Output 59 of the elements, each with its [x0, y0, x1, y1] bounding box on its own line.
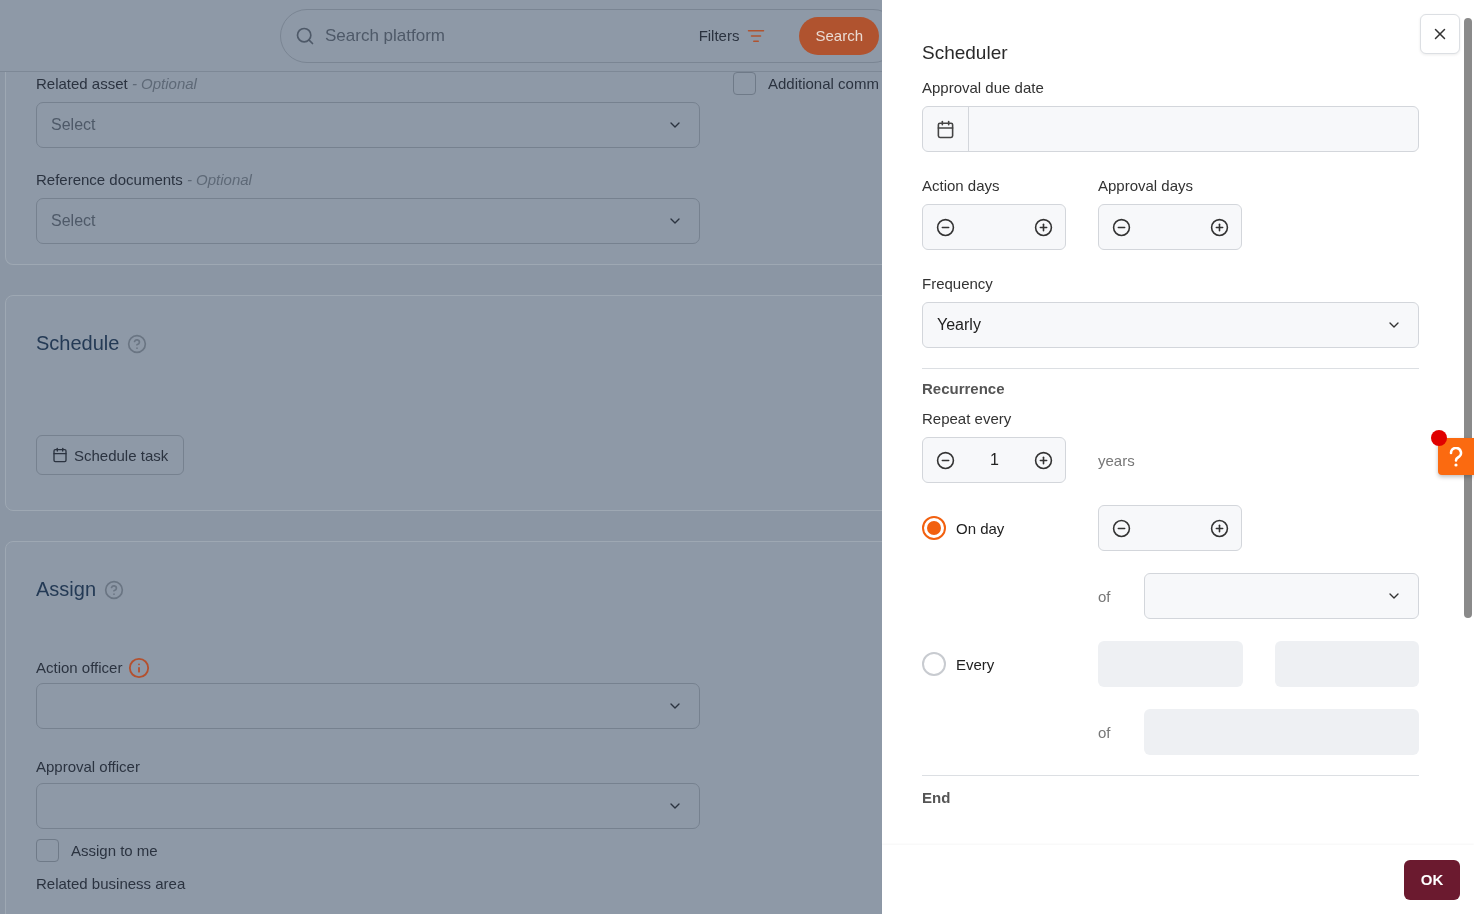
- stepper-value: 1: [990, 451, 999, 469]
- question-mark-icon: [1449, 446, 1463, 467]
- field-label: Approval due date: [922, 78, 1045, 98]
- radio-label: Every: [956, 655, 995, 673]
- select-field[interactable]: Select: [36, 198, 700, 244]
- minus-icon: [1112, 217, 1131, 237]
- select-placeholder: Select: [51, 212, 96, 230]
- search-button[interactable]: Search: [799, 16, 879, 55]
- number-stepper[interactable]: 1: [922, 437, 1066, 483]
- minus-icon: [936, 217, 955, 237]
- radio-button[interactable]: [922, 652, 946, 676]
- checkbox-label: Additional comm: [768, 73, 879, 94]
- close-button[interactable]: [1420, 14, 1460, 54]
- calendar-icon: [52, 447, 68, 463]
- plus-icon: [1034, 450, 1053, 470]
- checkbox-label: Assign to me: [71, 840, 158, 861]
- of-label: of: [1098, 587, 1112, 605]
- number-stepper[interactable]: [1098, 204, 1242, 250]
- radio-button[interactable]: [922, 516, 946, 540]
- frequency-select[interactable]: Yearly: [922, 302, 1419, 348]
- minus-icon: [1112, 518, 1131, 538]
- section-heading: End: [922, 788, 952, 808]
- checkbox[interactable]: [36, 839, 59, 862]
- field-label: Repeat every: [922, 409, 1013, 429]
- drawer-title: Scheduler: [922, 42, 1008, 64]
- field-label: Action officer: [36, 658, 123, 678]
- notification-dot: [1431, 430, 1447, 446]
- filters-link[interactable]: Filters: [698, 26, 766, 45]
- unit-label: years: [1098, 451, 1135, 469]
- number-stepper[interactable]: [1098, 505, 1242, 551]
- search-icon: [295, 25, 315, 46]
- field-label: Approval officer: [36, 757, 140, 777]
- radio-label: On day: [956, 519, 1005, 537]
- number-stepper[interactable]: [922, 204, 1066, 250]
- minus-icon: [936, 450, 955, 470]
- help-icon: [104, 579, 125, 600]
- select-placeholder: Select: [51, 116, 96, 134]
- select-field[interactable]: [36, 683, 700, 729]
- plus-icon: [1210, 217, 1229, 237]
- section-heading: Recurrence: [922, 379, 1006, 399]
- plus-icon: [1210, 518, 1229, 538]
- schedule-task-button[interactable]: Schedule task: [36, 435, 185, 475]
- date-field[interactable]: [922, 106, 1419, 152]
- select-field[interactable]: Select: [36, 102, 700, 148]
- plus-icon: [1034, 217, 1053, 237]
- field-label: Action days: [922, 176, 1001, 196]
- section-title: Schedule: [36, 332, 120, 355]
- ok-button[interactable]: OK: [1404, 859, 1460, 900]
- section-title: Assign: [36, 578, 97, 601]
- select-field[interactable]: [36, 783, 700, 829]
- calendar-icon: [936, 119, 955, 139]
- of-label: of: [1098, 723, 1112, 741]
- field-label: Related business area: [36, 876, 186, 892]
- field-label: Frequency: [922, 274, 994, 294]
- help-tab[interactable]: [1438, 438, 1474, 475]
- checkbox[interactable]: [733, 72, 756, 95]
- help-icon: [127, 333, 148, 354]
- search-placeholder: Search platform: [325, 25, 446, 46]
- field-label: Approval days: [1098, 176, 1195, 196]
